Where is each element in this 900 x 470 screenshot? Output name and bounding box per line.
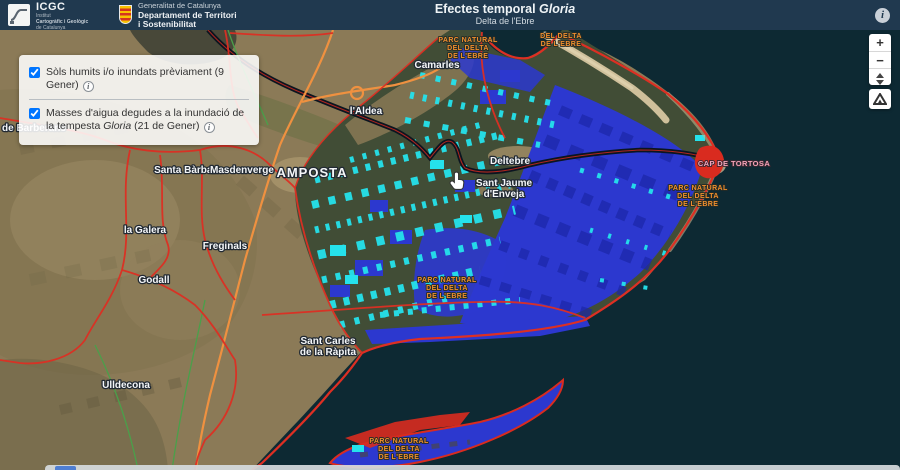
app-window: de Barberans Santa Bàrbara Masdenverge A…	[0, 0, 900, 470]
label-laldea: l'Aldea	[350, 106, 383, 117]
generalitat-wordmark: Generalitat de Catalunya Departament de …	[138, 2, 237, 30]
park-label-fangar: DEL DELTA DE L'EBRE	[540, 33, 582, 48]
page-title: Efectes temporal Gloria Delta de l'Ebre	[405, 2, 605, 27]
panel-divider	[29, 99, 249, 100]
layer-label-gloria-flood: Masses d'aigua degudes a la inundació de…	[46, 107, 249, 133]
svg-text:DE L'EBRE: DE L'EBRE	[678, 201, 719, 208]
checkbox-previous-flood[interactable]	[29, 67, 40, 78]
mountain-icon	[873, 93, 887, 105]
svg-text:PARC NATURAL: PARC NATURAL	[369, 438, 429, 445]
svg-text:PARC NATURAL: PARC NATURAL	[438, 37, 498, 44]
svg-text:DEL DELTA: DEL DELTA	[677, 193, 719, 200]
label-denveja: d'Enveja	[484, 189, 525, 200]
label-freginals: Freginals	[203, 241, 248, 252]
label-deltebre: Deltebre	[490, 156, 530, 167]
zoom-slider-handle[interactable]	[869, 68, 891, 85]
bottom-toolbar[interactable]	[45, 465, 900, 470]
layer-row-gloria-flood: Masses d'aigua degudes a la inundació de…	[29, 104, 249, 136]
svg-text:DEL DELTA: DEL DELTA	[426, 285, 468, 292]
layer-row-previous-flood: Sòls humits i/o inundats prèviament (9 G…	[29, 63, 249, 95]
zoom-in-button[interactable]: +	[869, 34, 891, 51]
svg-text:DEL DELTA: DEL DELTA	[540, 33, 582, 40]
svg-text:DE L'EBRE: DE L'EBRE	[427, 293, 468, 300]
label-la-galera: la Galera	[124, 225, 167, 236]
layer-label-previous-flood: Sòls humits i/o inundats prèviament (9 G…	[46, 66, 249, 92]
label-ulldecona: Ulldecona	[102, 380, 150, 391]
svg-text:DE L'EBRE: DE L'EBRE	[448, 53, 489, 60]
label-cap-de-tortosa: CAP DE TORTOSA	[698, 159, 770, 168]
info-icon-gloria-flood[interactable]: i	[204, 122, 215, 133]
svg-text:DE L'EBRE: DE L'EBRE	[541, 41, 582, 48]
zoom-out-button[interactable]: −	[869, 51, 891, 68]
label-sant-carles: Sant Carles	[300, 336, 355, 347]
label-sant-jaume: Sant Jaume	[476, 178, 533, 189]
terrain-view-button[interactable]	[869, 89, 891, 109]
svg-text:DEL DELTA: DEL DELTA	[378, 446, 420, 453]
layers-panel: Sòls humits i/o inundats prèviament (9 G…	[19, 55, 259, 145]
icgc-wordmark: ICGC Institut Cartogràfic i Geològic de …	[36, 2, 88, 31]
label-de-la-rapita: de la Ràpita	[300, 347, 357, 358]
bottom-toolbar-button[interactable]	[55, 466, 76, 470]
label-amposta: AMPOSTA	[276, 165, 347, 180]
svg-text:DE L'EBRE: DE L'EBRE	[379, 454, 420, 461]
header-bar: ICGC Institut Cartogràfic i Geològic de …	[0, 0, 900, 30]
info-icon-previous-flood[interactable]: i	[83, 81, 94, 92]
checkbox-gloria-flood[interactable]	[29, 108, 40, 119]
label-camarles: Camarles	[414, 60, 459, 71]
svg-text:PARC NATURAL: PARC NATURAL	[668, 185, 728, 192]
info-button[interactable]: i	[875, 8, 890, 23]
page-subtitle: Delta de l'Ebre	[405, 16, 605, 26]
label-godall: Godall	[138, 275, 169, 286]
label-masdenverge: Masdenverge	[210, 165, 274, 176]
svg-text:DEL DELTA: DEL DELTA	[447, 45, 489, 52]
zoom-control: + −	[869, 34, 891, 85]
icgc-logo[interactable]	[8, 4, 30, 26]
svg-text:PARC NATURAL: PARC NATURAL	[417, 277, 477, 284]
generalitat-logo[interactable]	[119, 5, 132, 24]
